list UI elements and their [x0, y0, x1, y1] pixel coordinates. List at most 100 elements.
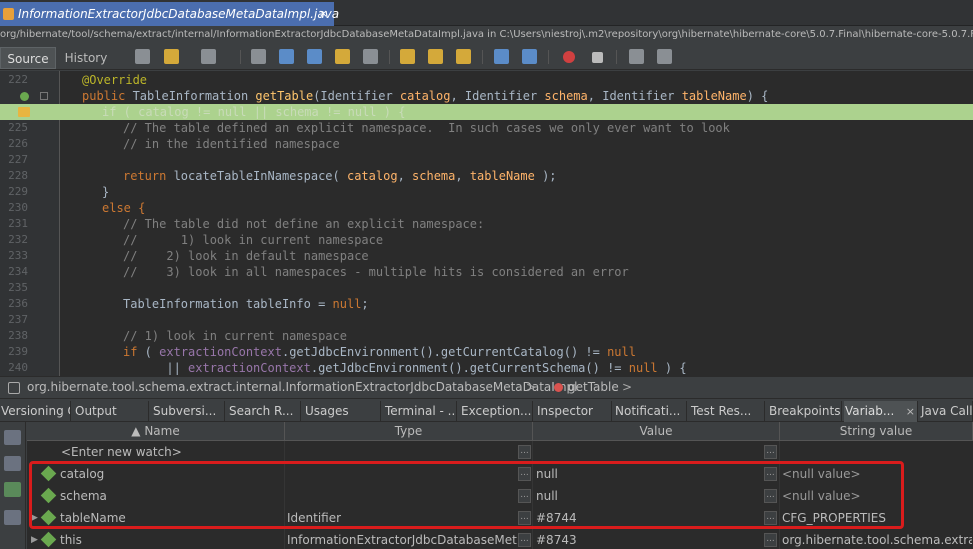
tool-window-tabs: Versioning O... Output Subversi... Searc…: [0, 398, 973, 422]
override-icon[interactable]: [20, 92, 29, 101]
find-selection-icon[interactable]: [251, 49, 266, 64]
find-previous-icon[interactable]: [279, 49, 294, 64]
shift-right-icon[interactable]: [522, 49, 537, 64]
tab-search-results[interactable]: Search R...: [228, 401, 301, 422]
show-static-icon[interactable]: [4, 456, 21, 471]
code-editor[interactable]: 222 225 226 227 228 229 230 231 232 233 234 235 236 2…: [0, 71, 973, 376]
code-token: null: [332, 297, 362, 311]
column-header-name-label: Name: [144, 424, 180, 438]
breadcrumb-separator: >: [622, 380, 633, 394]
next-bookmark-icon[interactable]: [428, 49, 443, 64]
column-header-name[interactable]: ▲ Name: [27, 422, 285, 441]
value-ellipsis-button[interactable]: ...: [518, 445, 531, 459]
uncomment-icon[interactable]: [657, 49, 672, 64]
ide-window: InformationExtractorJdbcDatabaseMetaData…: [0, 0, 973, 549]
tab-history[interactable]: History: [58, 47, 114, 69]
tab-notifications[interactable]: Notificati...: [614, 401, 687, 422]
code-line: // 3) look in all namespaces - multiple …: [123, 265, 629, 279]
expand-icon[interactable]: ▶: [31, 529, 38, 549]
tab-breakpoints[interactable]: Breakpoints: [768, 401, 842, 422]
tab-variables-label: Variab...: [845, 404, 895, 418]
code-line-current: if ( catalog != null || schema != null )…: [102, 105, 406, 119]
current-line-gutter-highlight: [0, 104, 60, 120]
java-file-icon: [3, 8, 14, 20]
close-tab-icon[interactable]: ×: [906, 401, 915, 422]
enter-new-watch[interactable]: <Enter new watch>: [61, 441, 182, 463]
code-line: return locateTableInNamespace( catalog, …: [123, 168, 557, 184]
toggle-highlight-icon[interactable]: [335, 49, 350, 64]
shift-left-icon[interactable]: [494, 49, 509, 64]
last-edit-icon[interactable]: [135, 49, 150, 64]
comment-icon[interactable]: [629, 49, 644, 64]
column-header-value[interactable]: Value: [533, 422, 780, 441]
forward-icon[interactable]: [201, 49, 216, 64]
code-line: || extractionContext.getJdbcEnvironment(…: [123, 360, 687, 376]
string-ellipsis-button[interactable]: ...: [764, 533, 777, 547]
code-line: // 1) look in current namespace: [123, 329, 347, 343]
previous-bookmark-icon[interactable]: [400, 49, 415, 64]
breadcrumb-class[interactable]: org.hibernate.tool.schema.extract.intern…: [27, 377, 577, 398]
line-number: 240: [8, 361, 28, 374]
value-ellipsis-button[interactable]: ...: [518, 533, 531, 547]
tab-source[interactable]: Source: [0, 47, 56, 69]
start-macro-icon[interactable]: [563, 51, 575, 63]
line-number: 233: [8, 249, 28, 262]
close-tab-icon[interactable]: ×: [319, 2, 328, 26]
column-header-type[interactable]: Type: [285, 422, 533, 441]
back-icon[interactable]: [164, 49, 179, 64]
code-line: // 1) look in current namespace: [123, 233, 384, 247]
tab-versioning-output[interactable]: Versioning O...: [0, 401, 71, 422]
tab-variables[interactable]: Variab... ×: [844, 401, 918, 422]
code-token: locateTableInNamespace(: [166, 169, 347, 183]
breadcrumb: org.hibernate.tool.schema.extract.intern…: [0, 376, 973, 397]
tab-subversion[interactable]: Subversi...: [152, 401, 225, 422]
new-watch-icon[interactable]: [4, 482, 21, 497]
stop-macro-icon[interactable]: [592, 52, 603, 63]
tab-terminal[interactable]: Terminal - ...: [384, 401, 457, 422]
code-token: );: [534, 169, 557, 183]
string-ellipsis-button[interactable]: ...: [764, 445, 777, 459]
column-header-string-value[interactable]: String value: [780, 422, 973, 441]
code-token: , Identifier: [587, 89, 682, 103]
code-token: TableInformation: [125, 89, 256, 103]
code-line: }: [102, 185, 110, 199]
toggle-rect-selection-icon[interactable]: [363, 49, 378, 64]
code-token: , Identifier: [450, 89, 545, 103]
fold-icon[interactable]: [40, 92, 48, 100]
watch-row[interactable]: <Enter new watch> ... ...: [27, 441, 973, 463]
tab-inspector[interactable]: Inspector: [536, 401, 612, 422]
variable-row-this[interactable]: ▶ this InformationExtractorJdbcDatabaseM…: [27, 529, 973, 549]
code-token: return: [123, 169, 167, 183]
toggle-bookmark-icon[interactable]: [456, 49, 471, 64]
variable-value: #8743: [536, 533, 577, 547]
breadcrumb-method[interactable]: getTable: [568, 377, 619, 398]
class-icon: [8, 382, 20, 394]
editor-file-tab-label: InformationExtractorJdbcDatabaseMetaData…: [18, 7, 340, 21]
code-token: ,: [397, 169, 413, 183]
file-path-bar: org/hibernate/tool/schema/extract/intern…: [0, 26, 973, 44]
code-token: ) {: [746, 89, 769, 103]
debug-options-icon[interactable]: [4, 430, 21, 445]
code-token: null: [628, 361, 658, 375]
code-token: ||: [123, 361, 189, 375]
line-number: 231: [8, 217, 28, 230]
tab-usages[interactable]: Usages: [304, 401, 381, 422]
code-token: ) {: [657, 361, 687, 375]
code-line: if ( extractionContext.getJdbcEnvironmen…: [123, 344, 636, 360]
tab-exception-reporter[interactable]: Exception...: [460, 401, 533, 422]
find-next-icon[interactable]: [307, 49, 322, 64]
line-number: 234: [8, 265, 28, 278]
tab-java-call-hierarchy[interactable]: Java Call...: [920, 401, 973, 422]
code-token: tableName: [469, 169, 535, 183]
code-token: extractionContext: [159, 345, 282, 359]
show-values-icon[interactable]: [4, 510, 21, 525]
editor-toolbar: Source History: [0, 44, 973, 70]
tab-output[interactable]: Output: [74, 401, 149, 422]
line-number: 232: [8, 233, 28, 246]
toolbar-separator: [240, 50, 241, 64]
tab-test-results[interactable]: Test Res...: [690, 401, 765, 422]
line-number: 222: [8, 73, 28, 86]
line-number: 225: [8, 121, 28, 134]
editor-file-tab[interactable]: InformationExtractorJdbcDatabaseMetaData…: [0, 2, 339, 26]
code-token: ;: [361, 297, 369, 311]
